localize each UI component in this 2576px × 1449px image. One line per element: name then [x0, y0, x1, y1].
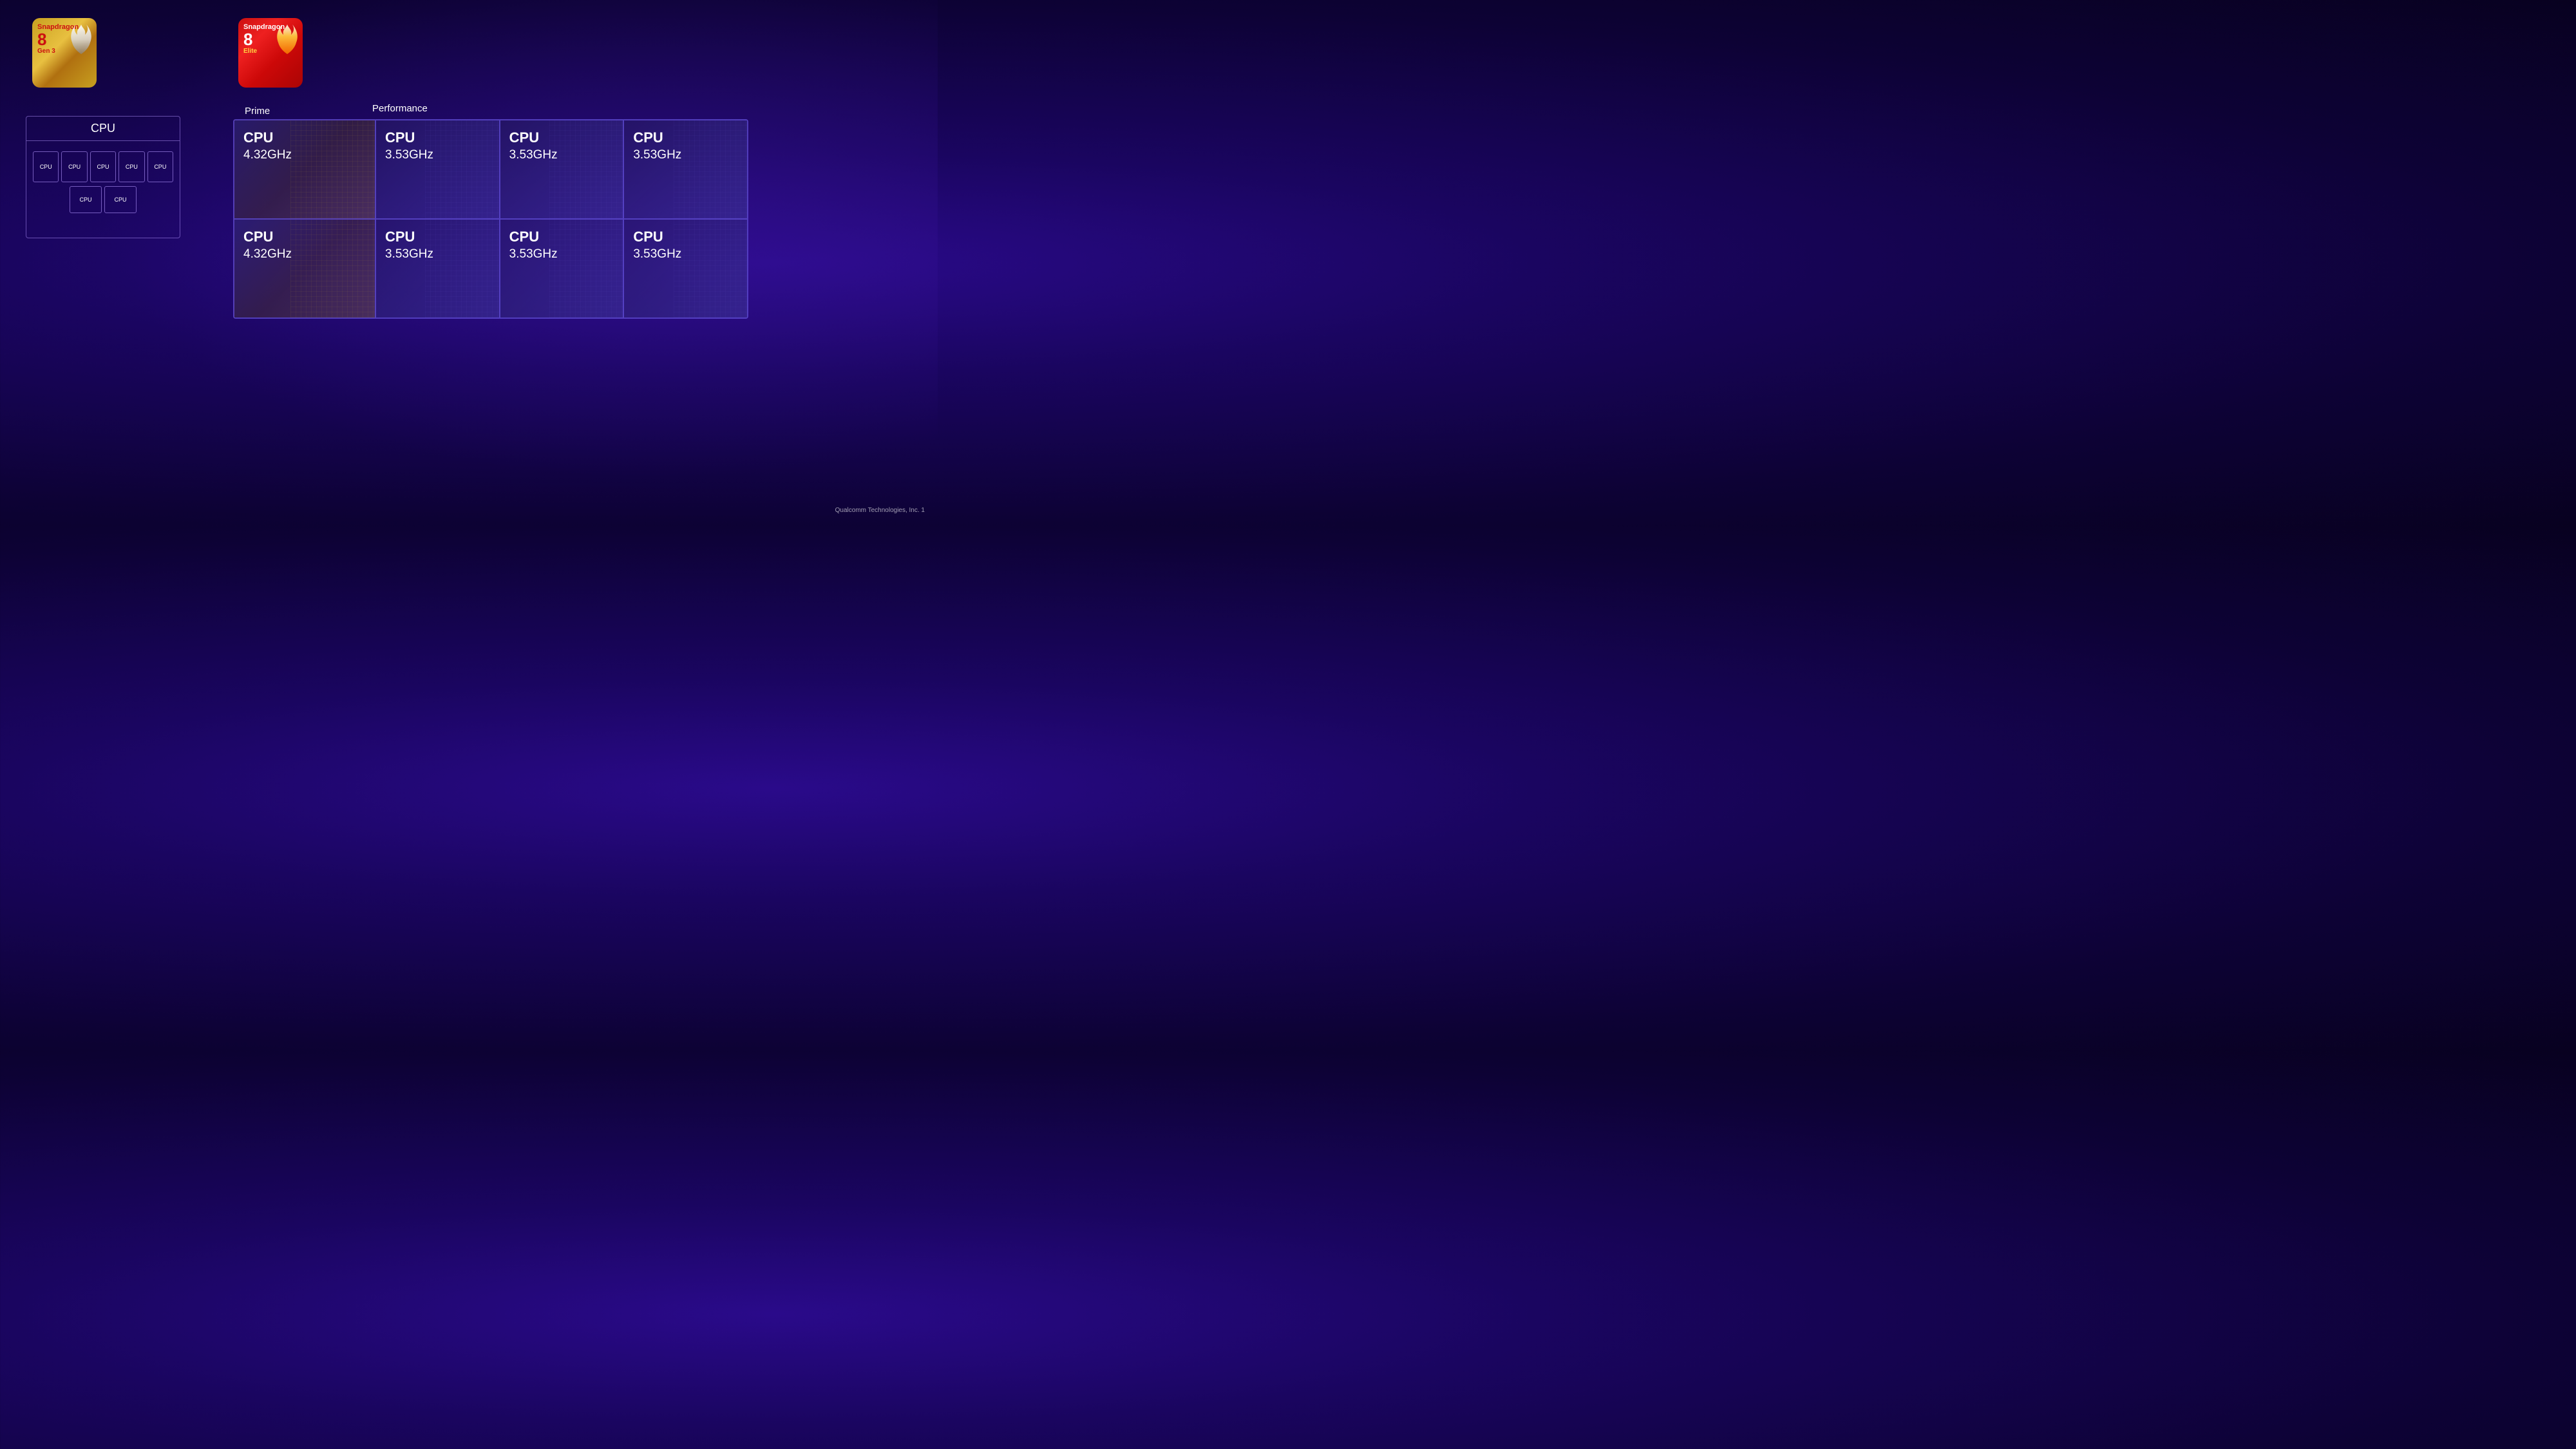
elite-sub: Elite: [243, 48, 257, 55]
cpu-cell-r2-c2: CPU 3.53GHz: [375, 219, 500, 318]
cpu-cell-r1-c1-freq: 4.32GHz: [243, 149, 366, 161]
cpu-cell-r1-c4: CPU 3.53GHz: [623, 120, 748, 219]
cpu-diagram-gen3: CPU CPU CPU CPU CPU CPU CPU CPU: [26, 116, 180, 238]
cpu-cell-r2-c2-freq: 3.53GHz: [385, 248, 490, 260]
page: Snapdragon 8 Gen 3 Snapdragon 8 Elite: [0, 0, 938, 526]
cpu-cell-r1-c3: CPU 3.53GHz: [500, 120, 624, 219]
label-prime: Prime: [245, 106, 270, 117]
cpu-cell-r1-c1: CPU 4.32GHz: [234, 120, 375, 219]
gen3-sub: Gen 3: [37, 48, 55, 55]
cpu-row1: CPU CPU CPU CPU CPU: [26, 145, 180, 186]
cpu-cell-r2-c1: CPU 4.32GHz: [234, 219, 375, 318]
cpu-box-1: CPU: [33, 151, 59, 182]
cpu-cell-r1-c1-label: CPU: [243, 131, 366, 145]
cpu-cell-r2-c4-freq: 3.53GHz: [633, 248, 738, 260]
cpu-cell-r2-c1-label: CPU: [243, 230, 366, 244]
cpu-cell-r1-c2: CPU 3.53GHz: [375, 120, 500, 219]
cpu-cell-r2-c3: CPU 3.53GHz: [500, 219, 624, 318]
cpu-box-7: CPU: [104, 186, 137, 213]
badge-gen3: Snapdragon 8 Gen 3: [32, 18, 97, 88]
cpu-cell-r1-c2-freq: 3.53GHz: [385, 149, 490, 161]
elite-flame-icon: [274, 23, 300, 59]
badge-elite: Snapdragon 8 Elite: [238, 18, 303, 88]
gen3-number: 8: [37, 31, 46, 48]
gen3-flame-icon: [68, 23, 94, 59]
cpu-box-3: CPU: [90, 151, 116, 182]
cpu-cell-r2-c3-label: CPU: [509, 230, 614, 244]
cpu-cell-r2-c4-label: CPU: [633, 230, 738, 244]
cpu-box-5: CPU: [147, 151, 173, 182]
cpu-cell-r2-c1-freq: 4.32GHz: [243, 248, 366, 260]
cpu-cell-r2-c2-label: CPU: [385, 230, 490, 244]
cpu-cell-r2-c3-freq: 3.53GHz: [509, 248, 614, 260]
cpu-box-4: CPU: [118, 151, 144, 182]
cpu-row2: CPU CPU: [26, 186, 180, 213]
label-performance: Performance: [372, 103, 428, 114]
cpu-cell-r1-c4-freq: 3.53GHz: [633, 149, 738, 161]
cpu-cell-r1-c3-label: CPU: [509, 131, 614, 145]
cpu-grid-elite: CPU 4.32GHz CPU 3.53GHz CPU 3.53GHz CPU …: [233, 119, 748, 319]
cpu-diagram-title: CPU: [26, 117, 180, 141]
footer-text: Qualcomm Technologies, Inc. 1: [835, 507, 925, 514]
cpu-cell-r2-c4: CPU 3.53GHz: [623, 219, 748, 318]
cpu-box-6: CPU: [70, 186, 102, 213]
cpu-box-2: CPU: [61, 151, 87, 182]
cpu-cell-r1-c3-freq: 3.53GHz: [509, 149, 614, 161]
cpu-cell-r1-c2-label: CPU: [385, 131, 490, 145]
elite-number: 8: [243, 31, 252, 48]
cpu-cell-r1-c4-label: CPU: [633, 131, 738, 145]
